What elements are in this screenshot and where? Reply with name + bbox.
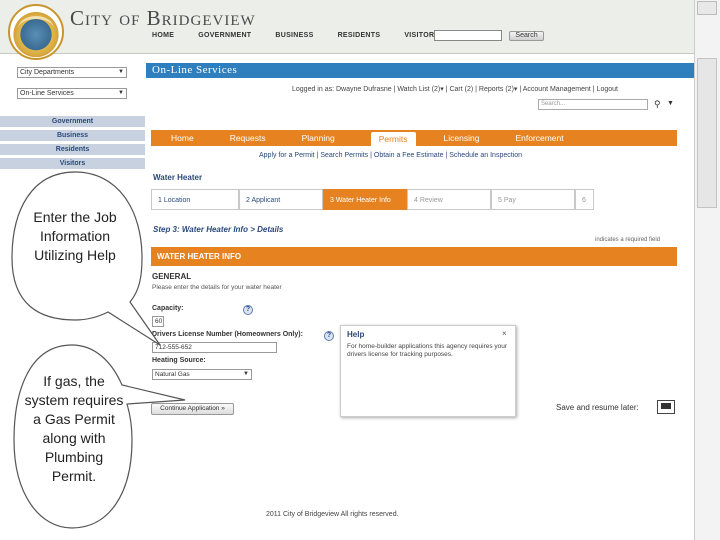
- callout-text-bottom: If gas, the system requires a Gas Permit…: [24, 373, 124, 484]
- callout-text-top: Enter the Job Information Utilizing Help: [33, 209, 117, 263]
